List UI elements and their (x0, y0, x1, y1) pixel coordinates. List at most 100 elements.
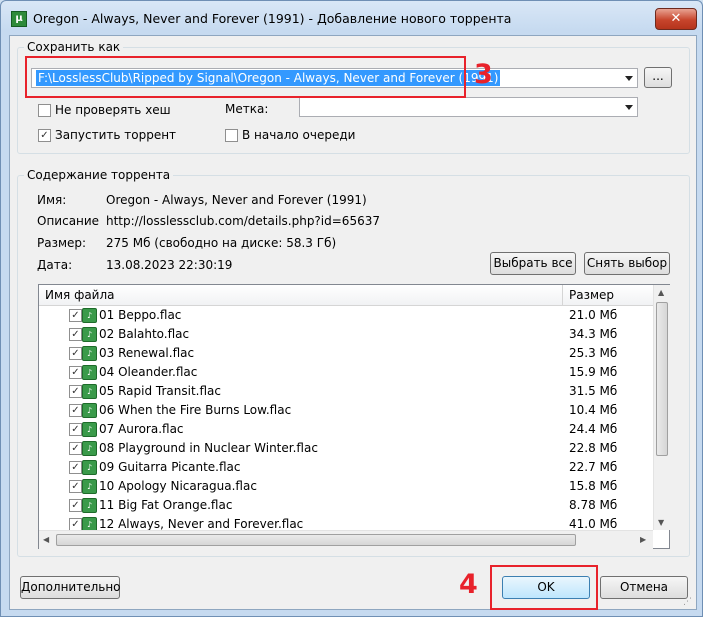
audio-file-icon: ♪ (82, 422, 97, 437)
advanced-button[interactable]: Дополнительно (20, 576, 121, 599)
file-name: 06 When the Fire Burns Low.flac (99, 403, 292, 417)
file-name: 02 Balahto.flac (99, 327, 190, 341)
file-size: 15.9 Мб (569, 365, 618, 379)
audio-file-icon: ♪ (82, 460, 97, 475)
column-header-filename[interactable]: Имя файла (45, 288, 115, 302)
label-combo[interactable] (299, 97, 638, 117)
annotation-step-4: 4 (459, 569, 478, 600)
file-size: 15.8 Мб (569, 479, 618, 493)
window-title: Oregon - Always, Never and Forever (1991… (33, 11, 512, 26)
file-name: 10 Apology Nicaragua.flac (99, 479, 257, 493)
file-row[interactable]: ✓ ♪ 11 Big Fat Orange.flac 8.78 Мб (39, 496, 653, 515)
file-row[interactable]: ✓ ♪ 02 Balahto.flac 34.3 Мб (39, 325, 653, 344)
file-name: 12 Always, Never and Forever.flac (99, 517, 304, 531)
chevron-down-icon[interactable] (625, 105, 633, 110)
audio-file-icon: ♪ (82, 365, 97, 380)
cancel-button[interactable]: Отмена (600, 576, 688, 599)
date-value: 13.08.2023 22:30:19 (106, 258, 233, 272)
file-list[interactable]: Имя файла Размер ✓ ♪ 01 Beppo.flac 21.0 Мб ✓… (38, 284, 671, 549)
file-size: 41.0 Мб (569, 517, 618, 531)
chevron-down-icon[interactable] (625, 76, 633, 81)
file-checkbox[interactable]: ✓ (69, 366, 82, 379)
column-divider[interactable] (562, 285, 563, 305)
description-label: Описание (37, 214, 100, 228)
vertical-scroll-thumb[interactable] (656, 302, 668, 456)
column-header-size[interactable]: Размер (569, 288, 614, 302)
file-name: 01 Beppo.flac (99, 308, 182, 322)
scroll-left-icon[interactable]: ◀ (43, 535, 49, 544)
save-as-legend: Сохранить как (27, 40, 121, 54)
horizontal-scroll-thumb[interactable] (56, 534, 576, 546)
annotation-step-3: 3 (474, 59, 493, 90)
file-name: 08 Playground in Nuclear Winter.flac (99, 441, 318, 455)
file-name: 09 Guitarra Picante.flac (99, 460, 241, 474)
file-checkbox[interactable]: ✓ (69, 328, 82, 341)
file-row[interactable]: ✓ ♪ 09 Guitarra Picante.flac 22.7 Мб (39, 458, 653, 477)
file-name: 03 Renewal.flac (99, 346, 195, 360)
file-checkbox[interactable]: ✓ (69, 404, 82, 417)
audio-file-icon: ♪ (82, 479, 97, 494)
skip-hash-label: Не проверять хеш (55, 103, 171, 117)
name-label: Имя: (37, 193, 67, 207)
audio-file-icon: ♪ (82, 308, 97, 323)
file-name: 07 Aurora.flac (99, 422, 184, 436)
file-name: 11 Big Fat Orange.flac (99, 498, 233, 512)
select-all-button[interactable]: Выбрать все (490, 252, 576, 275)
file-checkbox[interactable]: ✓ (69, 480, 82, 493)
file-row[interactable]: ✓ ♪ 10 Apology Nicaragua.flac 15.8 Мб (39, 477, 653, 496)
file-row[interactable]: ✓ ♪ 01 Beppo.flac 21.0 Мб (39, 306, 653, 325)
file-row[interactable]: ✓ ♪ 06 When the Fire Burns Low.flac 10.4 Мб (39, 401, 653, 420)
file-checkbox[interactable]: ✓ (69, 309, 82, 322)
start-torrent-label: Запустить торрент (55, 128, 177, 142)
file-checkbox[interactable]: ✓ (69, 385, 82, 398)
size-value: 275 Мб (свободно на диске: 58.3 Гб) (106, 236, 337, 250)
file-row[interactable]: ✓ ♪ 05 Rapid Transit.flac 31.5 Мб (39, 382, 653, 401)
file-size: 10.4 Мб (569, 403, 618, 417)
scroll-down-icon[interactable]: ▼ (658, 518, 664, 527)
file-checkbox[interactable]: ✓ (69, 347, 82, 360)
file-size: 25.3 Мб (569, 346, 618, 360)
file-size: 8.78 Мб (569, 498, 618, 512)
skip-hash-checkbox[interactable] (38, 104, 51, 117)
close-button[interactable]: ✕ (655, 8, 697, 30)
audio-file-icon: ♪ (82, 384, 97, 399)
date-label: Дата: (37, 258, 73, 272)
resize-grip-icon[interactable]: ⋰ (683, 597, 692, 607)
file-name: 04 Oleander.flac (99, 365, 198, 379)
file-row[interactable]: ✓ ♪ 04 Oleander.flac 15.9 Мб (39, 363, 653, 382)
size-label: Размер: (37, 236, 87, 250)
horizontal-scrollbar[interactable]: ◀ ▶ (39, 530, 653, 549)
scroll-right-icon[interactable]: ▶ (640, 535, 646, 544)
file-checkbox[interactable]: ✓ (69, 461, 82, 474)
file-row[interactable]: ✓ ♪ 03 Renewal.flac 25.3 Мб (39, 344, 653, 363)
audio-file-icon: ♪ (82, 403, 97, 418)
scroll-up-icon[interactable]: ▲ (658, 288, 664, 297)
annotation-highlight-ok (490, 565, 598, 610)
file-size: 24.4 Мб (569, 422, 618, 436)
file-size: 34.3 Мб (569, 327, 618, 341)
deselect-all-button[interactable]: Снять выбор (584, 252, 670, 275)
title-bar[interactable]: µ Oregon - Always, Never and Forever (19… (1, 1, 702, 35)
audio-file-icon: ♪ (82, 441, 97, 456)
file-list-header: Имя файла Размер (39, 285, 653, 306)
add-torrent-dialog: µ Oregon - Always, Never and Forever (19… (0, 0, 703, 617)
file-row[interactable]: ✓ ♪ 07 Aurora.flac 24.4 Мб (39, 420, 653, 439)
dialog-body: Сохранить как F:\LosslessClub\Ripped by … (9, 35, 697, 610)
annotation-highlight-path (25, 56, 466, 98)
start-torrent-checkbox[interactable]: ✓ (38, 129, 51, 142)
file-size: 31.5 Мб (569, 384, 618, 398)
label-field-label: Метка: (225, 102, 269, 116)
file-row[interactable]: ✓ ♪ 08 Playground in Nuclear Winter.flac 22… (39, 439, 653, 458)
audio-file-icon: ♪ (82, 498, 97, 513)
vertical-scrollbar[interactable]: ▲ ▼ (653, 285, 671, 530)
file-name: 05 Rapid Transit.flac (99, 384, 221, 398)
browse-button[interactable]: ... (644, 67, 672, 88)
file-checkbox[interactable]: ✓ (69, 423, 82, 436)
file-size: 22.8 Мб (569, 441, 618, 455)
file-checkbox[interactable]: ✓ (69, 499, 82, 512)
utorrent-app-icon: µ (11, 11, 27, 27)
name-value: Oregon - Always, Never and Forever (1991… (106, 193, 367, 207)
queue-top-checkbox[interactable] (225, 129, 238, 142)
file-checkbox[interactable]: ✓ (69, 442, 82, 455)
audio-file-icon: ♪ (82, 346, 97, 361)
